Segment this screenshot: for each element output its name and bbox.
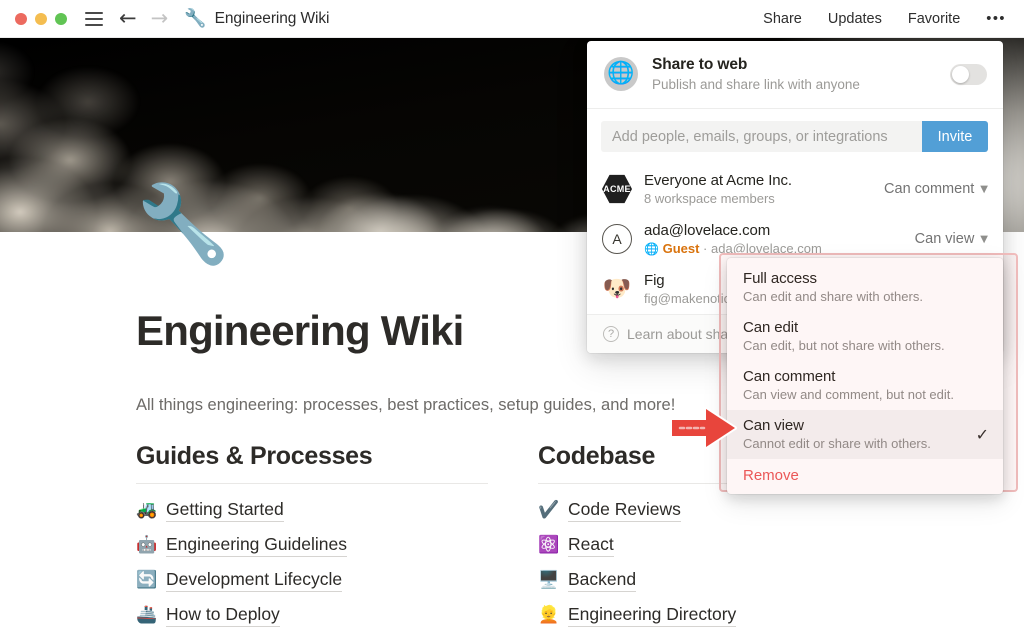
robot-icon: 🤖 xyxy=(136,535,158,555)
permission-label: Can view xyxy=(914,231,975,247)
permission-menu: Full access Can edit and share with othe… xyxy=(727,258,1003,494)
list-item[interactable]: 👱 Engineering Directory xyxy=(538,603,890,628)
people-meta: Fig fig@makenotio xyxy=(644,272,731,306)
desktop-computer-icon: 🖥️ xyxy=(538,570,560,590)
menu-item-desc: Can edit and share with others. xyxy=(743,289,923,304)
minimize-button[interactable] xyxy=(35,12,47,25)
menu-item-full-access[interactable]: Full access Can edit and share with othe… xyxy=(727,263,1003,312)
detail-separator: · xyxy=(703,241,708,256)
hamburger-icon[interactable] xyxy=(85,11,103,26)
list-item-label[interactable]: React xyxy=(568,534,614,557)
list-item-label[interactable]: Engineering Directory xyxy=(568,604,737,627)
permission-dropdown-everyone[interactable]: Can comment ▼ xyxy=(874,181,988,197)
people-name: Everyone at Acme Inc. xyxy=(644,172,792,189)
people-detail: fig@makenotio xyxy=(644,291,731,306)
page-subtitle[interactable]: All things engineering: processes, best … xyxy=(136,396,675,415)
check-icon: ✓ xyxy=(975,424,989,444)
person-icon: 👱 xyxy=(538,605,560,625)
status-badge: Guest xyxy=(662,241,700,256)
list-item-label[interactable]: Engineering Guidelines xyxy=(166,534,347,557)
menu-item-can-comment[interactable]: Can comment Can view and comment, but no… xyxy=(727,361,1003,410)
list-item[interactable]: 🚜 Getting Started xyxy=(136,498,488,523)
dog-avatar: 🐶 xyxy=(602,275,632,302)
menu-item-can-edit[interactable]: Can edit Can edit, but not share with ot… xyxy=(727,312,1003,361)
window-titlebar: ← → 🔧 Engineering Wiki Share Updates Fav… xyxy=(0,0,1024,38)
globe-icon: 🌐 xyxy=(644,242,659,256)
invite-button[interactable]: Invite xyxy=(922,121,988,152)
list-item[interactable]: 🚢 How to Deploy xyxy=(136,603,488,628)
list-item-label[interactable]: Development Lifecycle xyxy=(166,569,343,592)
invite-input[interactable]: Add people, emails, groups, or integrati… xyxy=(601,121,922,152)
ship-icon: 🚢 xyxy=(136,605,158,625)
list-item[interactable]: 🖥️ Backend xyxy=(538,568,890,593)
list-item-label[interactable]: Backend xyxy=(568,569,637,592)
traffic-lights xyxy=(15,12,67,25)
share-button[interactable]: Share xyxy=(763,11,802,27)
annotation-arrow-icon xyxy=(670,407,737,449)
refresh-icon: 🔄 xyxy=(136,570,158,590)
menu-item-title: Can edit xyxy=(743,319,799,336)
list-item-label[interactable]: How to Deploy xyxy=(166,604,280,627)
menu-item-desc: Can edit, but not share with others. xyxy=(743,338,945,353)
acme-logo-avatar: ACME xyxy=(602,174,632,204)
share-to-web-text: Share to web Publish and share link with… xyxy=(652,56,860,92)
people-meta: Everyone at Acme Inc. 8 workspace member… xyxy=(644,172,792,206)
tractor-icon: 🚜 xyxy=(136,500,158,520)
share-to-web-title: Share to web xyxy=(652,56,748,73)
close-button[interactable] xyxy=(15,12,27,25)
wrench-icon: 🔧 xyxy=(184,7,207,29)
question-mark-icon: ? xyxy=(603,326,619,342)
share-to-web-row[interactable]: 🌐 Share to web Publish and share link wi… xyxy=(587,41,1003,108)
chevron-down-icon: ▼ xyxy=(980,183,988,195)
updates-button[interactable]: Updates xyxy=(828,11,882,27)
column-heading[interactable]: Guides & Processes xyxy=(136,442,488,483)
people-name: Fig xyxy=(644,272,665,289)
divider xyxy=(136,483,488,484)
people-meta: ada@lovelace.com 🌐 Guest · ada@lovelace.… xyxy=(644,222,822,256)
list-item[interactable]: ✔️ Code Reviews xyxy=(538,498,890,523)
zoom-button[interactable] xyxy=(55,12,67,25)
menu-item-remove[interactable]: Remove xyxy=(727,459,1003,494)
favorite-button[interactable]: Favorite xyxy=(908,11,960,27)
app-window: ← → 🔧 Engineering Wiki Share Updates Fav… xyxy=(0,0,1024,640)
toggle-knob xyxy=(952,65,969,83)
permission-label: Can comment xyxy=(884,181,975,197)
menu-item-can-view[interactable]: Can view Cannot edit or share with other… xyxy=(727,410,1003,459)
menu-item-title: Can comment xyxy=(743,368,836,385)
page-icon-wrench-icon[interactable]: 🔧 xyxy=(136,186,231,262)
page-title-breadcrumb[interactable]: Engineering Wiki xyxy=(215,10,330,28)
list-item[interactable]: 🔄 Development Lifecycle xyxy=(136,568,488,593)
share-to-web-toggle[interactable] xyxy=(950,63,987,85)
permission-dropdown-ada[interactable]: Can view ▼ xyxy=(905,231,988,247)
avatar: A xyxy=(602,224,632,254)
globe-icon: 🌐 xyxy=(604,57,638,91)
people-detail: 8 workspace members xyxy=(644,191,775,206)
invite-row: Add people, emails, groups, or integrati… xyxy=(587,109,1003,164)
back-arrow-icon[interactable]: ← xyxy=(119,8,137,29)
titlebar-actions: Share Updates Favorite ••• xyxy=(763,11,1006,27)
chevron-down-icon: ▼ xyxy=(980,233,988,245)
forward-arrow-icon[interactable]: → xyxy=(151,8,169,29)
people-row-everyone: ACME Everyone at Acme Inc. 8 workspace m… xyxy=(587,164,1003,214)
list-item-label[interactable]: Getting Started xyxy=(166,499,284,522)
share-to-web-subtitle: Publish and share link with anyone xyxy=(652,77,860,92)
list-item[interactable]: 🤖 Engineering Guidelines xyxy=(136,533,488,558)
more-options-icon[interactable]: ••• xyxy=(986,11,1006,27)
list-item-label[interactable]: Code Reviews xyxy=(568,499,681,522)
check-icon: ✔️ xyxy=(538,500,560,520)
menu-item-desc: Can view and comment, but not edit. xyxy=(743,387,955,402)
menu-item-title: Full access xyxy=(743,270,817,287)
menu-item-desc: Cannot edit or share with others. xyxy=(743,436,931,451)
list-item[interactable]: ⚛️ React xyxy=(538,533,890,558)
menu-item-title: Can view xyxy=(743,417,804,434)
atom-icon: ⚛️ xyxy=(538,535,560,555)
page-title[interactable]: Engineering Wiki xyxy=(136,307,464,355)
menu-item-title: Remove xyxy=(743,467,799,484)
column-guides-processes: Guides & Processes 🚜 Getting Started 🤖 E… xyxy=(136,442,488,638)
people-name: ada@lovelace.com xyxy=(644,222,771,239)
